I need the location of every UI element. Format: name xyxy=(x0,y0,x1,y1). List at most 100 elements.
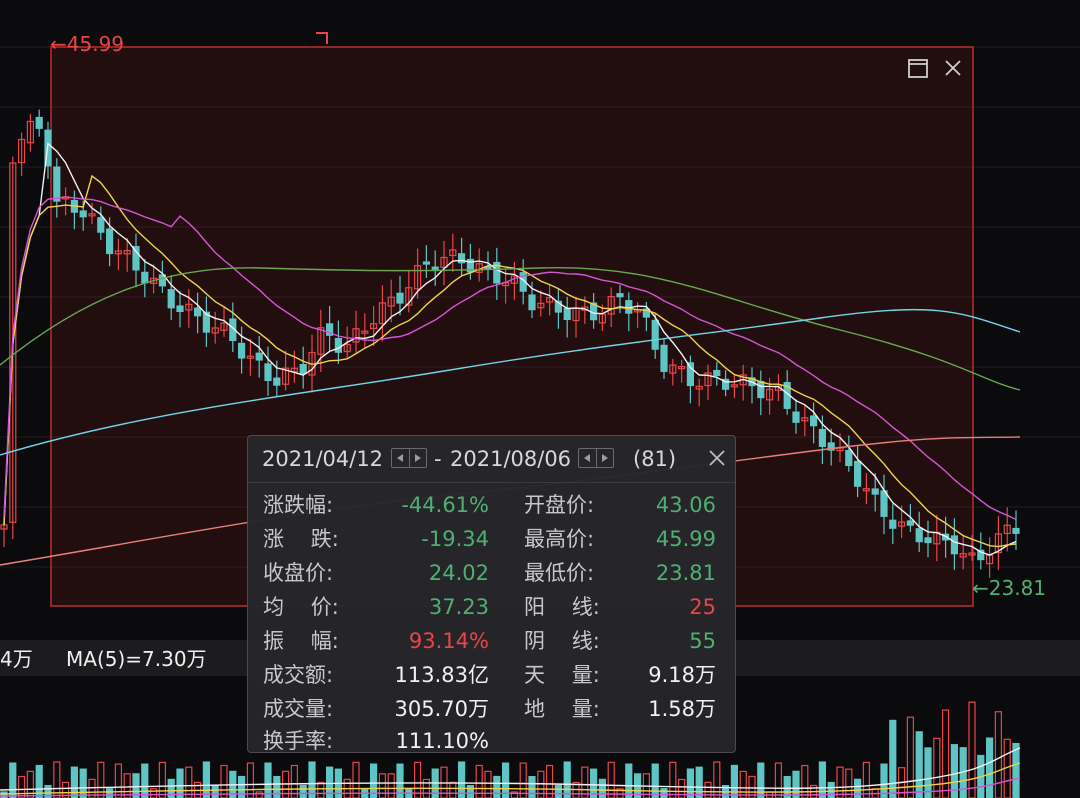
volume-bar xyxy=(150,788,158,798)
volume-bar xyxy=(0,791,8,798)
stat-key: 涨跌幅: xyxy=(263,493,334,517)
volume-bar xyxy=(238,775,246,798)
start-next-button[interactable] xyxy=(408,449,427,467)
stat-value: 43.06 xyxy=(655,493,716,517)
stat-value: 113.83亿 xyxy=(394,663,489,687)
stat-key: 最低价: xyxy=(524,561,595,585)
candle-body xyxy=(273,377,281,386)
selection-top-marker xyxy=(316,32,328,44)
volume-bar xyxy=(713,761,721,798)
volume-bar xyxy=(827,781,835,798)
range-stats-popup: 2021/04/12 - 2021/08/06 (81) 涨跌幅: -44.61%… xyxy=(247,435,736,753)
volume-bar xyxy=(255,791,263,798)
volume-bar xyxy=(651,763,659,798)
volume-bar xyxy=(264,762,272,798)
stat-key: 最高价: xyxy=(524,527,595,551)
volume-bar xyxy=(704,781,712,798)
stat-row: 阴 线: 55 xyxy=(524,626,716,656)
volume-bar xyxy=(308,761,316,798)
start-prev-button[interactable] xyxy=(392,449,409,467)
candle-body xyxy=(255,352,263,361)
volume-bar xyxy=(493,775,501,798)
stat-value: 9.18万 xyxy=(648,663,716,687)
stat-row: 换手率: 111.10% xyxy=(263,726,489,756)
volume-bar xyxy=(739,770,747,798)
volume-bar xyxy=(801,764,809,798)
volume-bar xyxy=(941,709,950,798)
candle-body xyxy=(431,266,439,270)
candle-body xyxy=(1012,527,1020,534)
volume-bar xyxy=(105,788,114,798)
close-icon[interactable] xyxy=(941,56,964,80)
volume-bar xyxy=(1012,742,1020,798)
stat-value: 93.14% xyxy=(408,629,489,653)
candle-body xyxy=(97,217,105,233)
volume-bar xyxy=(607,761,615,798)
stat-value: 1.58万 xyxy=(648,697,716,721)
stat-value: 45.99 xyxy=(655,527,716,551)
volume-bar xyxy=(792,770,800,798)
candle-body xyxy=(176,305,184,313)
candle-body xyxy=(299,363,307,375)
volume-bar xyxy=(598,778,607,798)
stat-row: 开盘价: 43.06 xyxy=(524,490,716,520)
candle-body xyxy=(616,293,624,298)
candle-body xyxy=(845,449,853,467)
stat-row: 最高价: 45.99 xyxy=(524,524,716,554)
bar-count: (81) xyxy=(633,447,677,471)
selection-tools xyxy=(906,55,964,81)
stat-value: 25 xyxy=(689,595,716,619)
candle-body xyxy=(889,519,897,529)
volume-ma10-line xyxy=(0,762,1021,795)
square-icon[interactable] xyxy=(906,56,929,80)
stat-key: 收盘价: xyxy=(263,561,334,585)
volume-bar xyxy=(669,761,677,798)
candle-body xyxy=(422,261,430,265)
volume-bar xyxy=(18,775,26,798)
candle-body xyxy=(563,307,571,321)
stat-key: 地 量: xyxy=(524,697,600,721)
volume-ma5-value: MA(5)=7.30万 xyxy=(66,647,207,671)
volume-bar xyxy=(924,747,932,798)
candle-body xyxy=(880,490,888,517)
stat-key: 阳 线: xyxy=(524,595,600,619)
volume-bar xyxy=(915,731,923,798)
stat-row: 成交量: 305.70万 xyxy=(263,694,489,724)
stat-key: 成交额: xyxy=(263,663,334,687)
volume-bar xyxy=(968,701,976,798)
volume-bar xyxy=(519,762,527,798)
stat-key: 阴 线: xyxy=(524,629,600,653)
volume-bar xyxy=(70,766,79,798)
volume-bar xyxy=(79,768,87,798)
stat-key: 涨 跌: xyxy=(263,527,339,551)
candle-body xyxy=(651,319,659,350)
candle-body xyxy=(950,535,959,555)
candle-body xyxy=(35,116,43,129)
volume-bar xyxy=(185,766,193,798)
stat-key: 天 量: xyxy=(524,663,600,687)
popup-header: 2021/04/12 - 2021/08/06 (81) xyxy=(248,436,735,483)
candle-body xyxy=(660,344,668,372)
end-next-button[interactable] xyxy=(595,449,614,467)
candle-body xyxy=(713,369,721,377)
close-icon[interactable] xyxy=(706,447,728,469)
volume-bar xyxy=(933,737,941,798)
stat-row: 最低价: 23.81 xyxy=(524,558,716,588)
stat-row: 成交额: 113.83亿 xyxy=(263,660,489,690)
end-prev-button[interactable] xyxy=(579,449,596,467)
stat-row: 涨跌幅: -44.61% xyxy=(263,490,489,520)
stat-value: 111.10% xyxy=(395,729,489,753)
volume-bar xyxy=(757,762,765,798)
volume-bar xyxy=(114,763,123,798)
volume-bar xyxy=(528,775,536,798)
volume-bar xyxy=(994,711,1003,798)
volume-bar xyxy=(158,761,166,798)
stat-value: 55 xyxy=(689,629,716,653)
stat-key: 振 幅: xyxy=(263,629,339,653)
candle-body xyxy=(809,415,818,427)
volume-bar xyxy=(176,768,184,798)
triangle-right-icon xyxy=(601,454,608,462)
stat-key: 换手率: xyxy=(263,729,334,753)
stat-key: 开盘价: xyxy=(524,493,595,517)
end-date: 2021/08/06 xyxy=(450,447,572,471)
